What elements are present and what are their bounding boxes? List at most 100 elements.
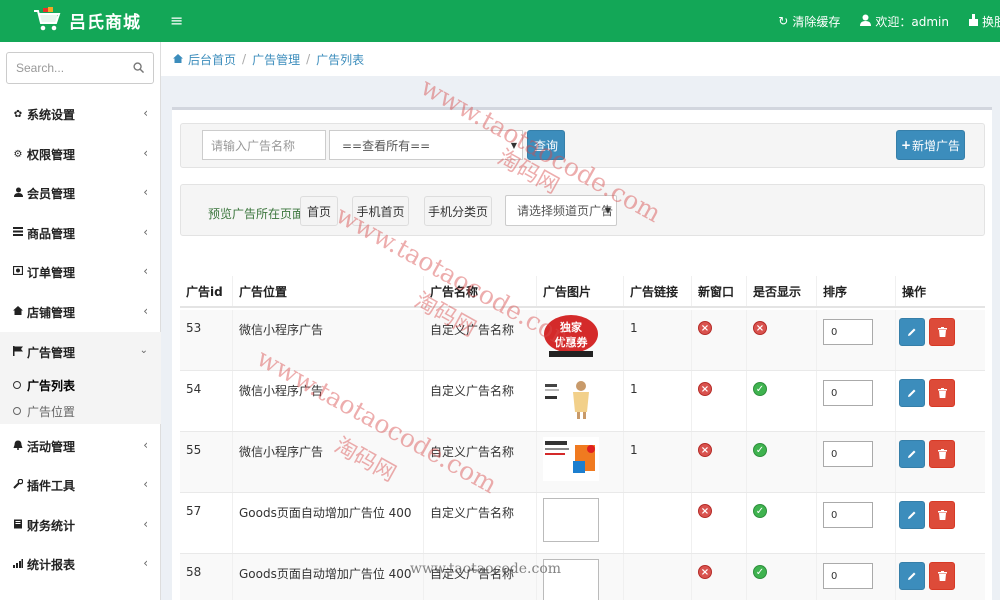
sort-input[interactable]: 0 <box>823 380 873 406</box>
edit-button[interactable] <box>899 318 925 346</box>
home-icon <box>12 306 24 318</box>
sidebar-item-reports[interactable]: 统计报表 ‹ <box>0 544 161 584</box>
preview-mobile-category-button[interactable]: 手机分类页 <box>424 196 492 226</box>
ad-name-input[interactable]: 请输入广告名称 <box>202 130 326 160</box>
breadcrumb-section-link[interactable]: 广告管理 <box>252 51 300 68</box>
main-content-box: 请输入广告名称 ==查看所有== ▼ 查询 + 新增广告 预览广告所在页面: 首… <box>172 107 992 600</box>
switch-skin-button[interactable]: 换肤 <box>968 13 1000 30</box>
chevron-left-icon: ‹ <box>143 225 148 239</box>
cell-new-window[interactable]: × <box>691 493 746 553</box>
x-circle-icon[interactable]: × <box>753 321 767 335</box>
cell-visible[interactable]: ✓ <box>746 493 816 553</box>
sidebar-item-activities[interactable]: 活动管理 ‹ <box>0 426 161 466</box>
breadcrumb-home-link[interactable]: 后台首页 <box>188 51 236 68</box>
sidebar-item-ads[interactable]: 广告管理 ⌄ <box>0 332 161 372</box>
sort-input[interactable]: 0 <box>823 563 873 589</box>
trash-icon <box>937 327 947 337</box>
channel-select-value: 请选择频道页广告 <box>517 204 614 218</box>
sidebar-subitem-ad-position[interactable]: 广告位置 <box>0 398 161 424</box>
pencil-icon <box>908 328 916 336</box>
delete-button[interactable] <box>929 562 955 590</box>
ad-image-tmall <box>543 437 599 481</box>
pencil-icon <box>908 389 916 397</box>
delete-button[interactable] <box>929 318 955 346</box>
sidebar-item-finance[interactable]: 财务统计 ‹ <box>0 505 161 545</box>
breadcrumb-separator: / <box>306 52 311 66</box>
chevron-left-icon: ‹ <box>143 106 148 120</box>
clear-cache-button[interactable]: ↻ 清除缓存 <box>778 13 840 30</box>
check-circle-icon[interactable]: ✓ <box>753 504 767 518</box>
delete-button[interactable] <box>929 501 955 529</box>
cell-visible[interactable]: ✓ <box>746 554 816 600</box>
check-circle-icon[interactable]: ✓ <box>753 565 767 579</box>
preview-label: 预览广告所在页面: <box>208 207 309 221</box>
ad-image-placeholder <box>543 498 599 542</box>
sort-input[interactable]: 0 <box>823 502 873 528</box>
preview-mobile-home-button[interactable]: 手机首页 <box>352 196 409 226</box>
check-circle-icon[interactable]: ✓ <box>753 382 767 396</box>
sidebar-item-system-settings[interactable]: ✿ 系统设置 ‹ <box>0 94 161 134</box>
cell-new-window[interactable]: × <box>691 432 746 492</box>
hamburger-icon[interactable]: ≡ <box>170 11 183 30</box>
sidebar-item-products[interactable]: 商品管理 ‹ <box>0 213 161 253</box>
table-row: 54 微信小程序广告 自定义广告名称 1 × ✓ 0 <box>180 371 985 432</box>
bell-icon <box>12 440 24 453</box>
chevron-left-icon: ‹ <box>143 556 148 570</box>
sidebar-item-orders[interactable]: 订单管理 ‹ <box>0 252 161 292</box>
cell-image <box>536 493 623 553</box>
sidebar-subitem-ad-list[interactable]: 广告列表 <box>0 372 161 398</box>
add-ad-button[interactable]: + 新增广告 <box>896 130 965 160</box>
top-right-menu: ↻ 清除缓存 欢迎：admin 换肤 <box>758 0 1000 42</box>
sidebar-item-stores[interactable]: 店铺管理 ‹ <box>0 292 161 332</box>
channel-select[interactable]: 请选择频道页广告 ▼ <box>505 195 617 226</box>
cell-new-window[interactable]: × <box>691 310 746 370</box>
sidebar-item-plugins[interactable]: 插件工具 ‹ <box>0 465 161 505</box>
cell-visible[interactable]: ✓ <box>746 432 816 492</box>
table-row: 53 微信小程序广告 自定义广告名称 独家 优惠券 1 × × 0 <box>180 310 985 371</box>
sidebar-search <box>6 52 154 84</box>
sidebar-item-members[interactable]: 会员管理 ‹ <box>0 173 161 213</box>
sidebar-item-label: 统计报表 <box>27 557 76 572</box>
x-circle-icon[interactable]: × <box>698 504 712 518</box>
user-icon <box>860 14 872 29</box>
edit-button[interactable] <box>899 501 925 529</box>
sidebar-subitem-label: 广告列表 <box>27 378 76 393</box>
sidebar-item-permissions[interactable]: ⚙ 权限管理 ‹ <box>0 134 161 174</box>
cell-sort: 0 <box>816 554 895 600</box>
cell-id: 57 <box>186 504 202 518</box>
cell-visible[interactable]: ✓ <box>746 371 816 431</box>
search-button[interactable]: 查询 <box>527 130 565 160</box>
logo[interactable]: 吕氏商城 <box>32 6 141 34</box>
edit-button[interactable] <box>899 379 925 407</box>
user-icon <box>12 187 24 200</box>
search-icon[interactable] <box>133 62 144 73</box>
sort-input[interactable]: 0 <box>823 319 873 345</box>
preview-home-button[interactable]: 首页 <box>300 196 338 226</box>
x-circle-icon[interactable]: × <box>698 565 712 579</box>
x-circle-icon[interactable]: × <box>698 321 712 335</box>
x-circle-icon[interactable]: × <box>698 443 712 457</box>
cell-image <box>536 371 623 431</box>
delete-button[interactable] <box>929 379 955 407</box>
check-circle-icon[interactable]: ✓ <box>753 443 767 457</box>
x-circle-icon[interactable]: × <box>698 382 712 396</box>
cell-new-window[interactable]: × <box>691 371 746 431</box>
cell-new-window[interactable]: × <box>691 554 746 600</box>
sidebar-item-label: 插件工具 <box>27 478 76 493</box>
preview-bar: 预览广告所在页面: 首页 手机首页 手机分类页 请选择频道页广告 ▼ <box>180 184 985 236</box>
chevron-left-icon: ‹ <box>143 477 148 491</box>
user-menu[interactable]: 欢迎：admin <box>860 13 949 30</box>
edit-button[interactable] <box>899 440 925 468</box>
sort-input[interactable]: 0 <box>823 441 873 467</box>
delete-button[interactable] <box>929 440 955 468</box>
column-header-actions: 操作 <box>895 276 985 306</box>
cell-position: Goods页面自动增加广告位 400 <box>232 554 423 600</box>
view-select[interactable]: ==查看所有== ▼ <box>329 130 523 160</box>
cell-image: 独家 优惠券 <box>536 310 623 370</box>
sidebar-search-input[interactable] <box>7 53 125 83</box>
sidebar-item-label: 商品管理 <box>27 226 76 241</box>
edit-button[interactable] <box>899 562 925 590</box>
cell-visible[interactable]: × <box>746 310 816 370</box>
cell-id: 58 <box>186 565 202 579</box>
chevron-left-icon: ‹ <box>143 517 148 531</box>
